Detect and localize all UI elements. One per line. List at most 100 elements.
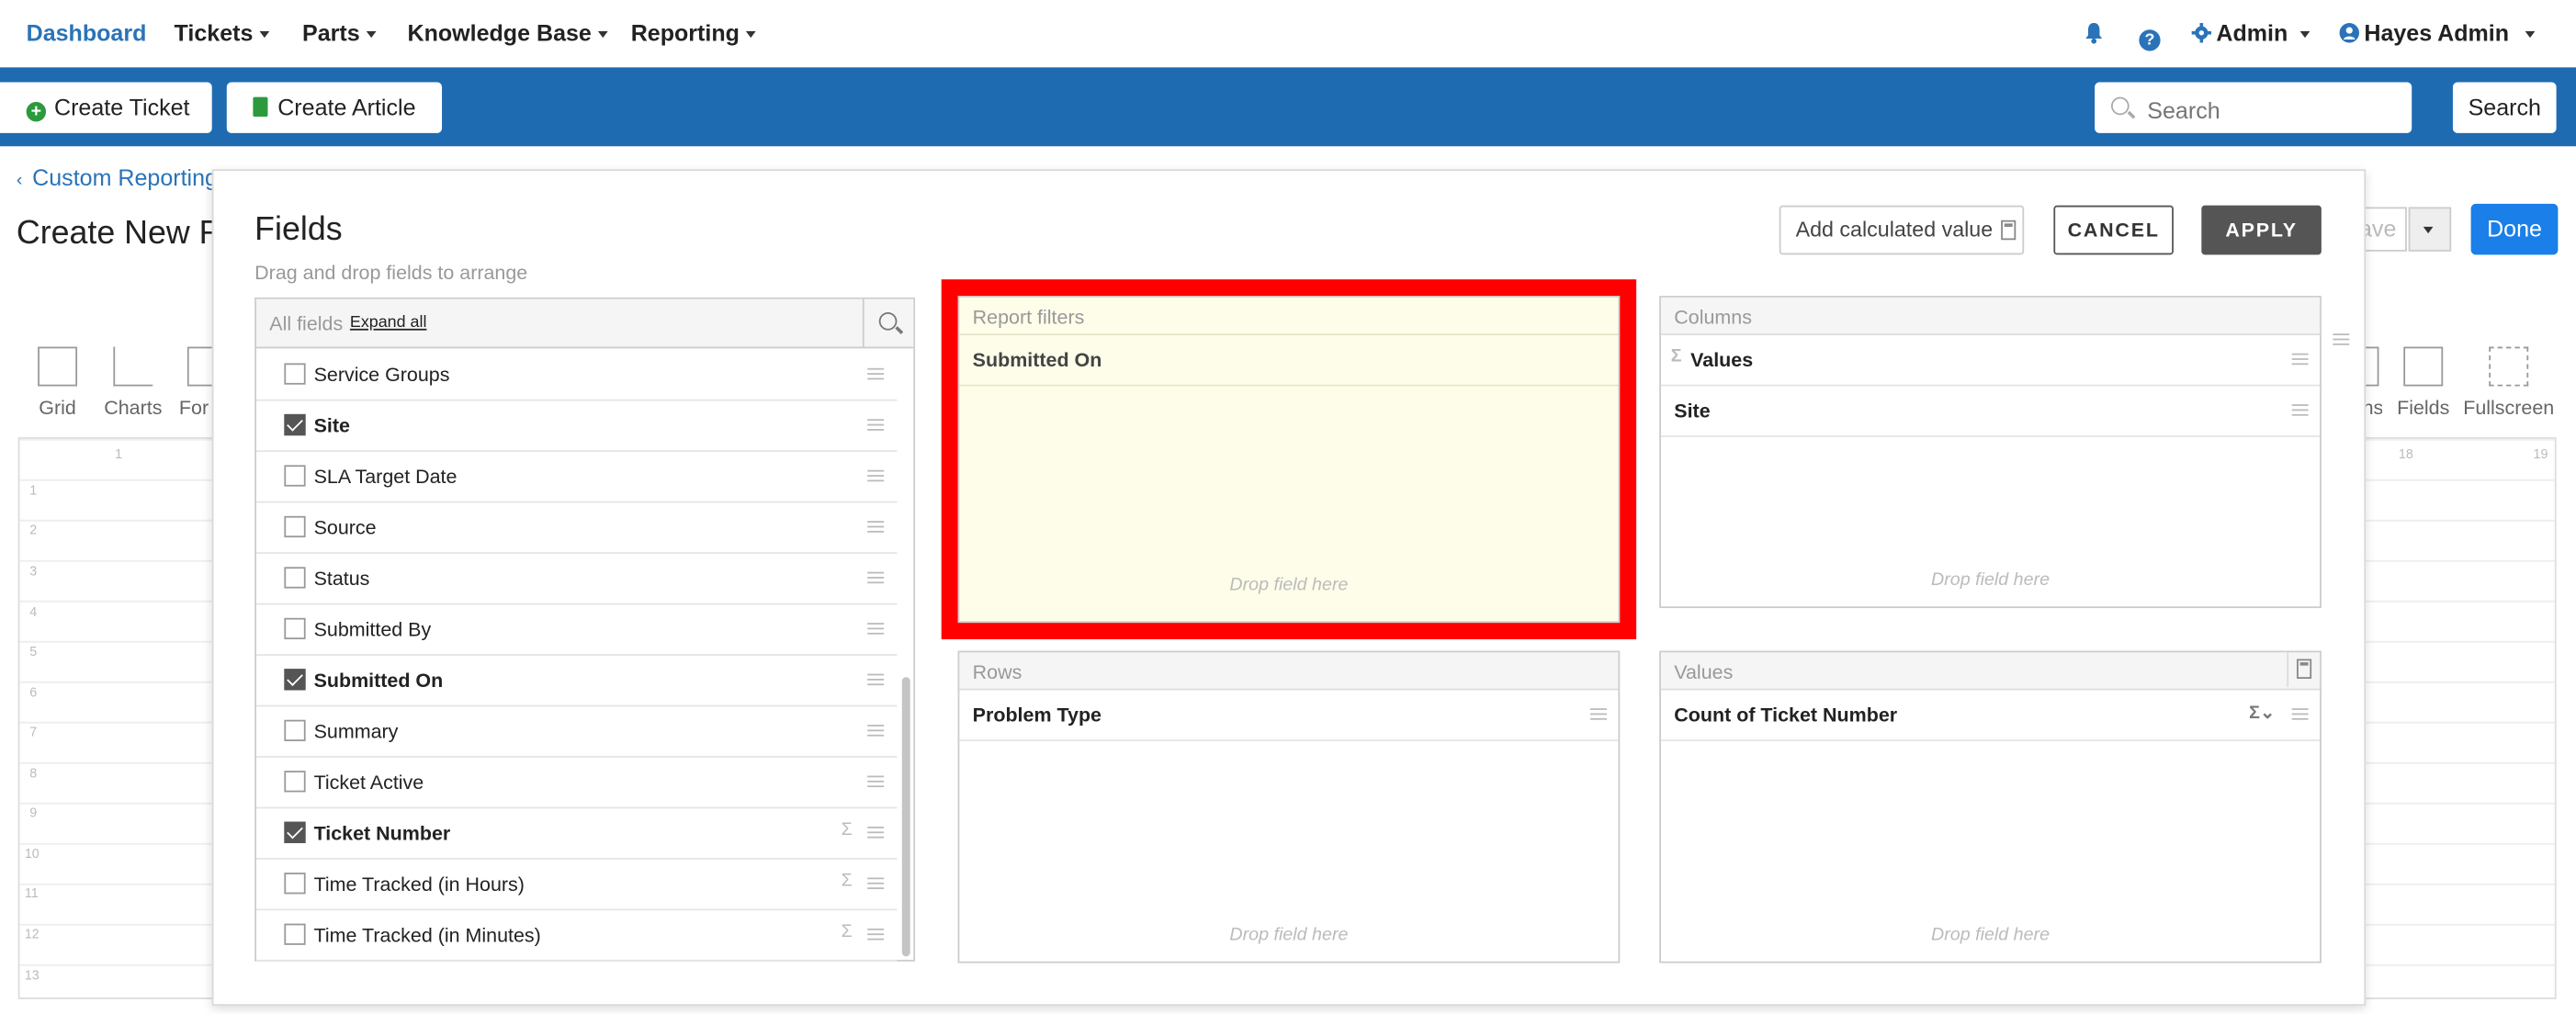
- tool-fields[interactable]: Fields: [2390, 346, 2457, 419]
- drag-handle-icon[interactable]: [867, 367, 885, 380]
- drag-handle-icon[interactable]: [2291, 353, 2309, 366]
- zone-field-item[interactable]: Values Σ: [1660, 333, 2321, 387]
- fields-scrollbar[interactable]: [900, 348, 912, 960]
- values-calculator-button[interactable]: [2287, 652, 2322, 687]
- tool-grid[interactable]: Grid: [25, 346, 91, 419]
- drag-handle-icon[interactable]: [2291, 708, 2309, 720]
- field-checkbox[interactable]: [284, 923, 306, 945]
- tool-format[interactable]: For: [175, 346, 214, 419]
- grid-col-number: 1: [115, 446, 123, 462]
- rows-zone[interactable]: Rows Problem Type Drop field here: [957, 650, 1621, 963]
- drag-handle-icon[interactable]: [867, 928, 885, 941]
- fields-dialog: Fields Drag and drop fields to arrange A…: [211, 169, 2367, 1007]
- zone-field-item[interactable]: Count of Ticket Number Σ⌄: [1660, 689, 2321, 741]
- gear-icon: [2191, 23, 2212, 43]
- field-list-item[interactable]: Ticket Active: [255, 756, 898, 809]
- field-checkbox[interactable]: [284, 821, 306, 843]
- field-checkbox[interactable]: [284, 413, 306, 436]
- values-zone[interactable]: Values Count of Ticket Number Σ⌄ Drop fie…: [1659, 650, 2322, 963]
- drag-handle-icon[interactable]: [867, 877, 885, 890]
- all-fields-list: All fields Expand all Service Groups Site…: [254, 297, 916, 962]
- field-search-button[interactable]: [862, 299, 915, 347]
- nav-tickets-label: Tickets: [174, 19, 254, 47]
- document-plus-icon: [253, 96, 268, 118]
- field-checkbox[interactable]: [284, 617, 306, 640]
- scrollbar-thumb[interactable]: [901, 677, 910, 957]
- chevron-left-icon: ‹: [16, 171, 23, 191]
- field-checkbox[interactable]: [284, 669, 306, 691]
- done-button[interactable]: Done: [2470, 203, 2559, 255]
- zone-field-label: Values: [1690, 348, 1754, 372]
- drag-handle-icon[interactable]: [867, 469, 885, 482]
- drag-handle-icon[interactable]: [867, 673, 885, 686]
- field-list-item[interactable]: Submitted On: [255, 654, 898, 707]
- field-list-item[interactable]: Time Tracked (in Hours) Σ: [255, 858, 898, 911]
- cancel-button[interactable]: CANCEL: [2053, 205, 2174, 255]
- nav-knowledge-base[interactable]: Knowledge Base: [407, 19, 608, 46]
- drag-handle-icon[interactable]: [867, 571, 885, 584]
- field-checkbox[interactable]: [284, 771, 306, 793]
- tool-charts[interactable]: Charts: [100, 346, 166, 420]
- field-list-item[interactable]: Ticket Number Σ: [255, 807, 898, 860]
- apply-button[interactable]: APPLY: [2201, 205, 2322, 255]
- sigma-dropdown-icon[interactable]: Σ⌄: [2249, 702, 2275, 723]
- tool-charts-label: Charts: [104, 396, 163, 420]
- field-checkbox[interactable]: [284, 567, 306, 589]
- field-list-item[interactable]: Source: [255, 501, 898, 554]
- field-checkbox[interactable]: [284, 363, 306, 385]
- field-list-item[interactable]: Summary: [255, 705, 898, 758]
- help-icon[interactable]: ?: [2139, 21, 2166, 51]
- field-checkbox[interactable]: [284, 465, 306, 487]
- drag-handle-icon[interactable]: [867, 521, 885, 533]
- drag-handle-icon[interactable]: [2333, 333, 2350, 345]
- nav-dashboard[interactable]: Dashboard: [27, 19, 147, 46]
- back-link[interactable]: ‹ Custom Reporting: [17, 164, 218, 191]
- save-dropdown-button[interactable]: [2408, 207, 2452, 252]
- columns-zone[interactable]: Columns Values Σ Site Drop field here: [1659, 296, 2322, 609]
- chevron-down-icon: [259, 31, 270, 39]
- drag-handle-icon[interactable]: [867, 827, 885, 839]
- field-list-item[interactable]: Site: [255, 400, 898, 453]
- nav-user[interactable]: Hayes Admin: [2339, 19, 2536, 46]
- drag-handle-icon[interactable]: [1590, 708, 1607, 720]
- nav-admin[interactable]: Admin: [2191, 19, 2310, 46]
- drag-handle-icon[interactable]: [867, 725, 885, 737]
- field-list-item[interactable]: Submitted By: [255, 603, 898, 656]
- nav-reporting[interactable]: Reporting: [631, 19, 756, 46]
- field-list-item[interactable]: Service Groups: [255, 348, 898, 401]
- global-search-input[interactable]: [2143, 82, 2398, 137]
- field-checkbox[interactable]: [284, 515, 306, 538]
- format-icon: [186, 346, 214, 387]
- search-button[interactable]: Search: [2452, 82, 2557, 133]
- bell-icon[interactable]: [2084, 21, 2105, 49]
- chevron-down-icon: [2525, 31, 2536, 39]
- field-list-item[interactable]: Time Tracked (in Minutes) Σ: [255, 908, 898, 962]
- create-ticket-button[interactable]: + Create Ticket: [0, 82, 212, 133]
- question-icon: ?: [2139, 29, 2161, 51]
- drag-handle-icon[interactable]: [867, 775, 885, 788]
- chevron-down-icon: [2423, 226, 2434, 234]
- nav-tickets[interactable]: Tickets: [175, 19, 270, 46]
- field-name: Site: [313, 413, 350, 437]
- add-calculated-value-label: Add calculated value: [1795, 217, 1994, 242]
- columns-label: Columns: [1674, 305, 1752, 329]
- create-article-button[interactable]: Create Article: [226, 82, 443, 133]
- field-checkbox[interactable]: [284, 719, 306, 741]
- field-list-item[interactable]: SLA Target Date: [255, 450, 898, 503]
- highlight-box: [941, 279, 1637, 640]
- nav-parts[interactable]: Parts: [302, 19, 377, 46]
- drag-handle-icon[interactable]: [867, 419, 885, 431]
- nav-reporting-label: Reporting: [630, 19, 740, 47]
- field-checkbox[interactable]: [284, 873, 306, 895]
- zone-field-item[interactable]: Site: [1660, 385, 2321, 437]
- chevron-down-icon: [597, 31, 608, 39]
- tool-fullscreen[interactable]: Fullscreen: [2461, 346, 2557, 419]
- zone-field-item[interactable]: Problem Type: [959, 689, 1619, 741]
- field-name: Status: [313, 567, 370, 591]
- save-button[interactable]: ave: [2359, 207, 2407, 252]
- field-list-item[interactable]: Status: [255, 552, 898, 605]
- expand-all-link[interactable]: Expand all: [350, 314, 427, 332]
- drag-handle-icon[interactable]: [2291, 404, 2309, 416]
- add-calculated-value-button[interactable]: Add calculated value: [1779, 205, 2025, 255]
- drag-handle-icon[interactable]: [867, 623, 885, 635]
